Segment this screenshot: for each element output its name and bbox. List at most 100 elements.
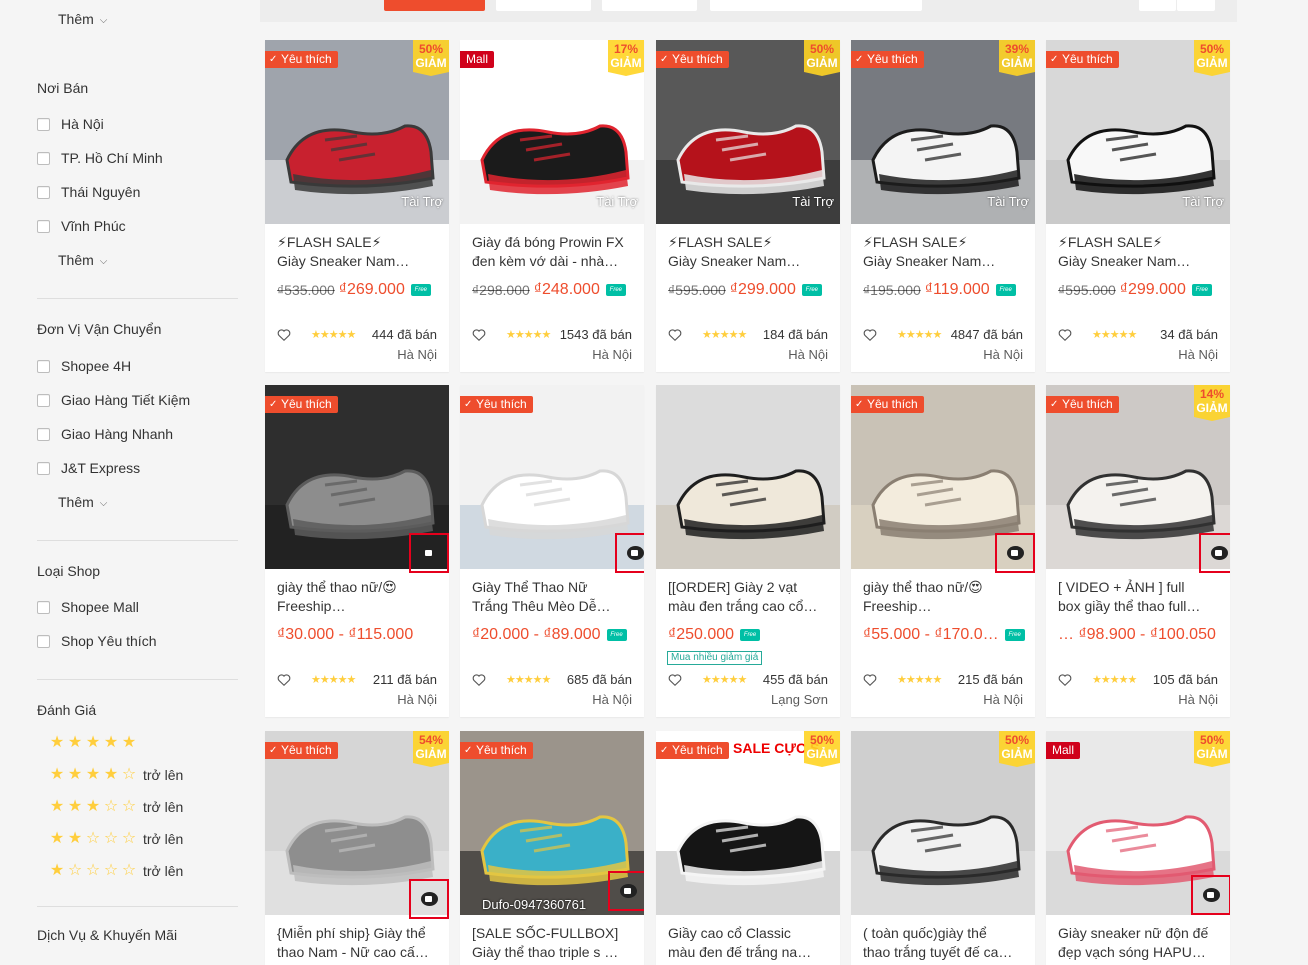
product-card[interactable]: Yêu thích 14%GIẢM [ VIDEO + ẢNH ] full box … <box>1046 385 1230 717</box>
checkbox[interactable] <box>37 393 50 407</box>
sort-button-bestseller[interactable] <box>602 0 697 11</box>
filter-preferred-shop[interactable]: Shop Yêu thích <box>37 633 156 649</box>
product-title[interactable]: ⚡FLASH SALE⚡ Giày Sneaker Nam… <box>668 233 830 271</box>
video-icon[interactable] <box>608 871 644 911</box>
checkbox[interactable] <box>37 117 50 131</box>
star-icon: ★ <box>67 766 83 783</box>
heart-icon[interactable] <box>668 673 682 687</box>
filter-shipping-4h[interactable]: Shopee 4H <box>37 358 131 374</box>
checkbox[interactable] <box>37 600 50 614</box>
product-card[interactable]: Mall 50% GIẢM Giày sneaker nữ độn đế đẹp vạc… <box>1046 731 1230 965</box>
filter-shipping-jt[interactable]: J&T Express <box>37 460 140 476</box>
checkbox[interactable] <box>37 359 50 373</box>
product-title[interactable]: [SALE SỐC-FULLBOX] Giày thể thao triple s… <box>472 924 634 962</box>
checkbox[interactable] <box>37 461 50 475</box>
product-title[interactable]: giày thể thao nữ/😍 Freeship… <box>863 578 1025 616</box>
more-button-location[interactable]: Thêm ⌵ <box>58 252 107 268</box>
more-button-shipping[interactable]: Thêm ⌵ <box>58 494 107 510</box>
product-card[interactable]: Yêu thích 50%GIẢM Tài Trợ ⚡FLASH SALE⚡ Giày … <box>265 40 449 372</box>
filter-shipping-ghtk[interactable]: Giao Hàng Tiết Kiệm <box>37 392 190 408</box>
product-card[interactable]: Mall 17% GIẢM Tài Trợ Giày đá bóng Prowin FX… <box>460 40 644 372</box>
rating-filter-4[interactable]: ★ ★ ★ ★ ☆ trở lên <box>49 766 184 784</box>
product-title-line: thao trắng tuyết đế ca… <box>863 944 1013 960</box>
price-sort-select[interactable] <box>710 0 922 11</box>
product-card[interactable]: Yêu thích 54%GIẢM {Miễn phí ship} Giày thể… <box>265 731 449 965</box>
product-card[interactable]: Yêu thích giày thể thao nữ/😍 Freeship… ₫30.… <box>265 385 449 717</box>
sort-button-active[interactable] <box>384 0 485 11</box>
rating-stars: ★★★★★ <box>702 329 747 341</box>
heart-icon[interactable] <box>1058 328 1072 342</box>
sort-button-latest[interactable] <box>496 0 591 11</box>
checkbox[interactable] <box>37 219 50 233</box>
product-card[interactable]: Yêu thích 50%GIẢM Tài Trợ ⚡FLASH SALE⚡ Giày … <box>1046 40 1230 372</box>
product-title-line: Giày Sneaker Nam… <box>277 253 410 269</box>
product-card[interactable]: Yêu thíchSALE CỰC S50%GIẢMGiầy cao cổ Cl… <box>656 731 840 965</box>
product-image[interactable] <box>656 385 840 569</box>
product-card[interactable]: Yêu thích Giày Thể Thao Nữ Trắng Thêu Mèo … <box>460 385 644 717</box>
filter-shopee-mall[interactable]: Shopee Mall <box>37 599 139 615</box>
video-icon[interactable] <box>1191 875 1230 915</box>
filter-shipping-ghn[interactable]: Giao Hàng Nhanh <box>37 426 173 442</box>
product-card[interactable]: Yêu thích Dufo-0947360761 [SALE SỐC-FULLBO… <box>460 731 644 965</box>
rating-up-label: trở lên <box>143 767 184 783</box>
chevron-down-icon: ⌵ <box>99 497 108 509</box>
rating-filter-2[interactable]: ★ ★ ☆ ☆ ☆ trở lên <box>49 831 183 848</box>
checkbox[interactable] <box>37 185 50 199</box>
product-title[interactable]: [[ORDER] Giày 2 vạt màu đen trắng cao cổ… <box>668 578 830 616</box>
filter-location-hcm[interactable]: TP. Hồ Chí Minh <box>37 150 163 166</box>
heart-icon[interactable] <box>863 673 877 687</box>
product-title[interactable]: Giầy cao cổ Classic màu đen đế trắng na… <box>668 924 830 962</box>
discount-word: GIẢM <box>1001 747 1033 761</box>
video-icon[interactable] <box>1199 533 1230 573</box>
heart-icon[interactable] <box>863 328 877 342</box>
star-icon: ★ <box>49 862 65 879</box>
free-ship-icon: Free <box>1191 284 1212 296</box>
product-title[interactable]: [ VIDEO + ẢNH ] full box giầy thể thao fu… <box>1058 578 1220 616</box>
product-title[interactable]: {Miễn phí ship} Giày thể thao Nam - Nữ ca… <box>277 924 439 962</box>
product-card[interactable]: Yêu thích 50%GIẢM Tài Trợ ⚡FLASH SALE⚡ Giày … <box>656 40 840 372</box>
filter-location-hanoi[interactable]: Hà Nội <box>37 116 104 132</box>
heart-icon[interactable] <box>277 328 291 342</box>
product-title[interactable]: Giày sneaker nữ độn đế đẹp vạch sóng HAPU… <box>1058 924 1220 962</box>
checkbox[interactable] <box>37 634 50 648</box>
checkbox[interactable] <box>37 151 50 165</box>
heart-icon[interactable] <box>277 673 291 687</box>
free-ship-icon: Free <box>801 284 822 296</box>
product-title[interactable]: Giày Thể Thao Nữ Trắng Thêu Mèo Dễ… <box>472 578 634 616</box>
section-title-rating: Đánh Giá <box>37 702 97 718</box>
product-card[interactable]: Yêu thích 39%GIẢM Tài Trợ ⚡FLASH SALE⚡ Giày … <box>851 40 1035 372</box>
product-title[interactable]: ( toàn quốc)giày thể thao trắng tuyết đế … <box>863 924 1025 962</box>
product-title[interactable]: ⚡FLASH SALE⚡ Giày Sneaker Nam… <box>863 233 1025 271</box>
video-icon[interactable] <box>409 533 449 573</box>
heart-icon[interactable] <box>472 328 486 342</box>
sale-price: ₫250.000 <box>668 626 735 643</box>
product-title[interactable]: ⚡FLASH SALE⚡ Giày Sneaker Nam… <box>277 233 439 271</box>
product-card[interactable]: 50% GIẢM ( toàn quốc)giày thể thao trắng tu… <box>851 731 1035 965</box>
product-card[interactable]: Yêu thích giày thể thao nữ/😍 Freeship… ₫55.… <box>851 385 1035 717</box>
rating-filter-1[interactable]: ★ ☆ ☆ ☆ ☆ trở lên <box>49 862 183 880</box>
shop-location: Hà Nội <box>983 692 1023 707</box>
heart-icon[interactable] <box>1058 673 1072 687</box>
page-prev-button[interactable] <box>1139 0 1176 11</box>
video-icon[interactable] <box>409 879 449 919</box>
rating-stars: ★★★★★ <box>506 674 551 686</box>
heart-icon[interactable] <box>472 673 486 687</box>
page-next-button[interactable] <box>1177 0 1215 11</box>
product-title[interactable]: giày thể thao nữ/😍 Freeship… <box>277 578 439 616</box>
more-button-top[interactable]: Thêm ⌵ <box>58 11 107 27</box>
filter-location-vinh-phuc[interactable]: Vĩnh Phúc <box>37 218 126 234</box>
more-label: Thêm <box>58 252 94 268</box>
filter-label: Shopee 4H <box>61 358 132 374</box>
checkbox[interactable] <box>37 427 50 441</box>
product-card[interactable]: [[ORDER] Giày 2 vạt màu đen trắng cao cổ…… <box>656 385 840 717</box>
rating-filter-5[interactable]: ★ ★ ★ ★ ★ <box>49 735 137 751</box>
heart-icon[interactable] <box>668 328 682 342</box>
original-price: ₫595.000 <box>1058 282 1116 298</box>
product-title[interactable]: Giày đá bóng Prowin FX đen kèm vớ dài - n… <box>472 233 634 271</box>
video-icon[interactable] <box>615 533 644 573</box>
rating-filter-3[interactable]: ★ ★ ★ ☆ ☆ trở lên <box>49 799 183 816</box>
product-title[interactable]: ⚡FLASH SALE⚡ Giày Sneaker Nam… <box>1058 233 1220 271</box>
video-icon[interactable] <box>995 533 1035 573</box>
camera-icon <box>627 546 644 560</box>
filter-location-thai-nguyen[interactable]: Thái Nguyên <box>37 184 140 200</box>
